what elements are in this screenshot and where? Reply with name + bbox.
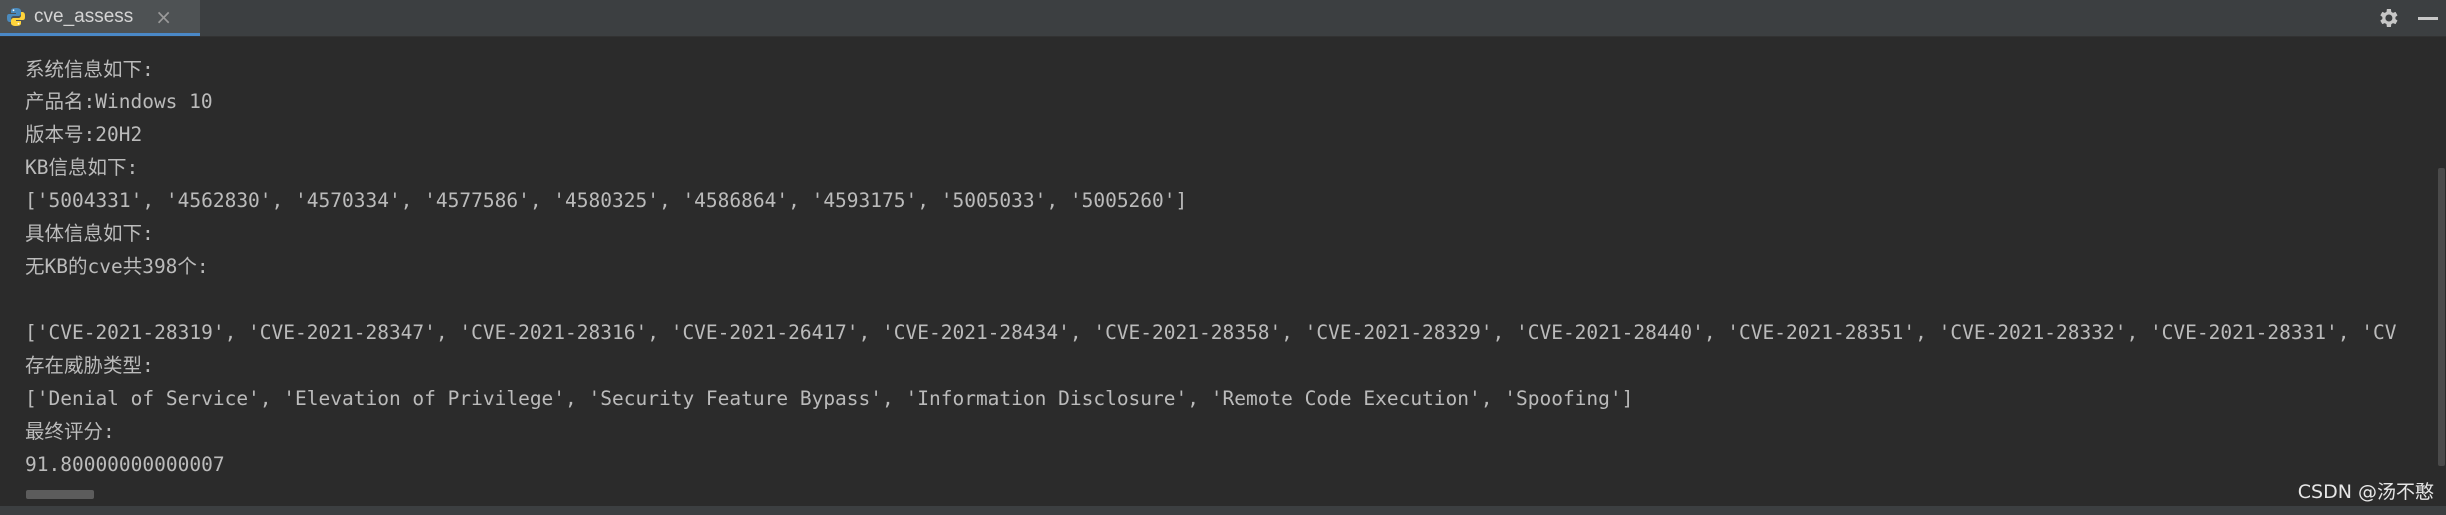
status-bar xyxy=(0,506,2446,515)
console-line: 系统信息如下: xyxy=(25,58,154,81)
console-line: ['CVE-2021-28319', 'CVE-2021-28347', 'CV… xyxy=(25,321,2397,344)
console-line: 无KB的cve共398个: xyxy=(25,255,209,278)
console-line: 存在威胁类型: xyxy=(25,354,154,377)
horizontal-scrollbar-thumb[interactable] xyxy=(26,490,94,499)
console-line: 91.80000000000007 xyxy=(25,453,225,476)
run-toolbar xyxy=(2376,0,2446,36)
console-line: ['Denial of Service', 'Elevation of Priv… xyxy=(25,387,1634,410)
run-tabbar: cve_assess × xyxy=(0,0,2446,37)
ide-run-window: cve_assess × 系统信息如下: 产品名:Windows 10 版本号:… xyxy=(0,0,2446,515)
python-icon xyxy=(7,7,25,26)
console-line: 产品名:Windows 10 xyxy=(25,90,213,113)
watermark: CSDN @汤不憨 xyxy=(2297,481,2434,503)
tab-cve-assess[interactable]: cve_assess × xyxy=(0,0,200,36)
tab-title: cve_assess xyxy=(34,5,134,27)
console-line: 最终评分: xyxy=(25,420,115,443)
console-line: 版本号:20H2 xyxy=(25,123,143,146)
console-line: KB信息如下: xyxy=(25,156,139,179)
minimize-icon[interactable] xyxy=(2418,16,2438,20)
vertical-scrollbar-thumb[interactable] xyxy=(2438,168,2445,466)
console-line: 具体信息如下: xyxy=(25,222,154,245)
console-line: ['5004331', '4562830', '4570334', '45775… xyxy=(25,189,1188,212)
close-icon[interactable]: × xyxy=(155,7,172,27)
console-output[interactable]: 系统信息如下: 产品名:Windows 10 版本号:20H2 KB信息如下: … xyxy=(0,37,2440,502)
gear-icon[interactable] xyxy=(2376,6,2400,30)
